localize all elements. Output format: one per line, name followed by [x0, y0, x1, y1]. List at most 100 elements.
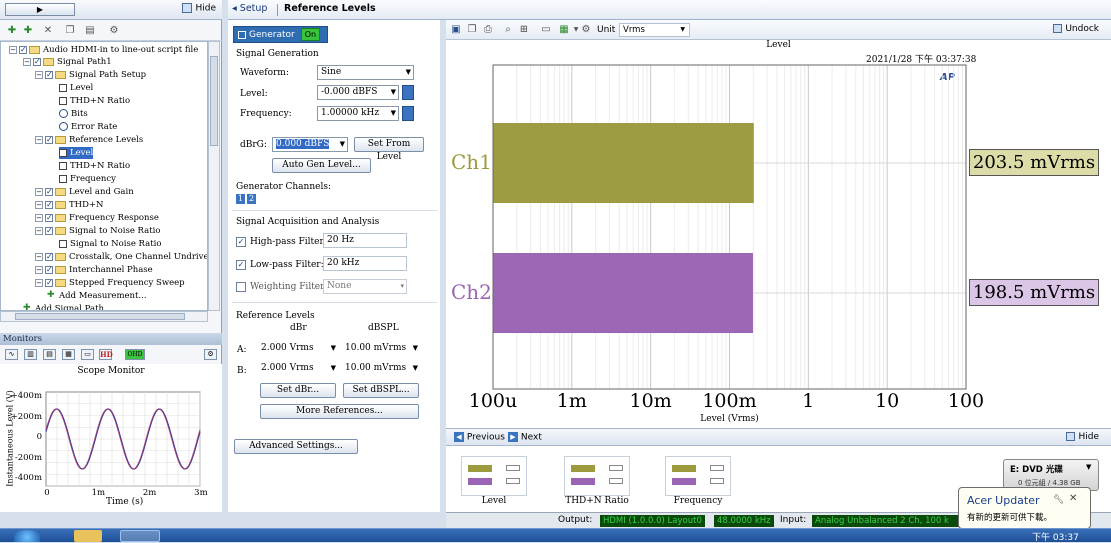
sample-rate-value[interactable]: 48.0000 kHz [714, 515, 774, 527]
nav-forward-button[interactable]: ▶ [5, 3, 75, 16]
ap-taskbar-icon[interactable] [120, 530, 160, 542]
enable-checkbox[interactable] [45, 186, 53, 198]
level-monitor-icon[interactable]: ▦ [62, 349, 75, 360]
hide-results-button[interactable]: Hide [1066, 432, 1099, 442]
expand-icon[interactable]: − [35, 252, 43, 261]
b-dbr-field[interactable]: 2.000 Vrms ▼ [258, 362, 338, 377]
tree-item[interactable]: Level [59, 82, 93, 94]
tree-item[interactable]: THD+N Ratio [59, 95, 130, 107]
tree-item[interactable]: − Audio HDMI-in to line-out script file [9, 44, 198, 56]
start-button[interactable] [14, 530, 40, 542]
properties-icon[interactable]: ⚙ [108, 25, 120, 37]
delete-icon[interactable]: ✕ [42, 25, 54, 37]
tree-item[interactable]: − Level and Gain [35, 186, 134, 198]
acer-updater-toast[interactable]: Acer Updater 🔧︎ ✕ 有新的更新可供下載。 [958, 487, 1091, 529]
tree-item[interactable]: ✚ Add Measurement... [47, 290, 147, 302]
enable-checkbox[interactable] [45, 277, 53, 289]
level-field[interactable]: -0.000 dBFS ▼ [317, 85, 399, 100]
tree-item[interactable]: THD+N Ratio [59, 160, 130, 172]
copy-icon[interactable]: ❐ [64, 25, 76, 37]
ohd-monitor-button[interactable]: OHD [125, 349, 145, 360]
b-dbspl-field[interactable]: 10.00 mVrms ▼ [342, 362, 420, 377]
tree-item[interactable]: − Signal to Noise Ratio [35, 225, 160, 237]
tree-item[interactable]: − Signal Path Setup [35, 69, 146, 81]
level-stepper[interactable] [402, 85, 414, 100]
high-pass-field[interactable]: 20 Hz [323, 233, 407, 248]
generator-on-badge[interactable]: On [300, 28, 321, 41]
tree-item[interactable]: − Stepped Frequency Sweep [35, 277, 185, 289]
low-pass-checkbox[interactable]: ✓ [236, 260, 246, 270]
tree-item[interactable]: Signal to Noise Ratio [59, 238, 161, 250]
meter-monitor-icon[interactable]: ▤ [43, 349, 56, 360]
result-thumbnail[interactable] [665, 456, 731, 496]
enable-checkbox[interactable] [45, 134, 53, 146]
result-thumbnail[interactable] [564, 456, 630, 496]
tree-item[interactable]: Level [59, 147, 94, 159]
auto-gen-level-button[interactable]: Auto Gen Level... [272, 158, 371, 173]
scope-monitor-icon[interactable]: ∿ [5, 349, 18, 360]
expand-icon[interactable]: − [35, 187, 43, 196]
low-pass-field[interactable]: 20 kHz [323, 256, 407, 271]
channel-2-button[interactable]: 2 [247, 194, 256, 204]
tree-item[interactable]: − Reference Levels [35, 134, 143, 146]
tree-item[interactable]: − THD+N [35, 199, 103, 211]
add-measurement-icon[interactable]: ✚ [22, 25, 34, 37]
frequency-field[interactable]: 1.00000 kHz ▼ [317, 106, 399, 121]
set-from-level-button[interactable]: Set From Level [354, 137, 424, 162]
expand-icon[interactable]: − [35, 213, 43, 222]
expand-icon[interactable]: − [35, 70, 43, 79]
channel-1-button[interactable]: 1 [236, 194, 245, 204]
a-dbr-field[interactable]: 2.000 Vrms ▼ [258, 342, 338, 357]
project-tree[interactable]: − Audio HDMI-in to line-out script file − S… [0, 41, 208, 311]
expand-icon[interactable]: − [9, 45, 17, 54]
tree-item[interactable]: − Interchannel Phase [35, 264, 153, 276]
set-dbspl-button[interactable]: Set dBSPL... [343, 383, 419, 398]
input-value[interactable]: Analog Unbalanced 2 Ch, 100 k [812, 515, 962, 527]
a-dbspl-field[interactable]: 10.00 mVrms ▼ [342, 342, 420, 357]
close-icon[interactable]: ✕ [1069, 493, 1077, 504]
hide-left-button[interactable]: Hide [182, 3, 216, 14]
tree-item[interactable]: Frequency [59, 173, 116, 185]
weighting-select[interactable]: None ▾ [323, 279, 407, 294]
enable-checkbox[interactable] [45, 199, 53, 211]
tree-horizontal-scrollbar[interactable] [0, 311, 208, 322]
fft-monitor-icon[interactable]: ▥ [24, 349, 37, 360]
more-references-button[interactable]: More References... [260, 404, 419, 419]
enable-checkbox[interactable] [45, 251, 53, 263]
enable-checkbox[interactable] [45, 225, 53, 237]
dsp-monitor-icon[interactable]: ▭ [81, 349, 94, 360]
tree-item[interactable]: Error Rate [59, 121, 117, 133]
high-pass-checkbox[interactable]: ✓ [236, 237, 246, 247]
expand-icon[interactable]: − [35, 135, 43, 144]
result-thumbnail[interactable] [461, 456, 527, 496]
expand-icon[interactable]: − [35, 265, 43, 274]
explorer-taskbar-icon[interactable] [74, 530, 102, 542]
dbrg-field[interactable]: 0.000 dBFS ▼ [272, 137, 348, 152]
waveform-select[interactable]: Sine ▼ [317, 65, 414, 80]
expand-icon[interactable]: − [35, 226, 43, 235]
next-button[interactable]: ▶ Next [508, 432, 542, 443]
weighting-checkbox[interactable] [236, 282, 246, 292]
tree-item[interactable]: − Signal Path1 [23, 56, 112, 68]
advanced-settings-button[interactable]: Advanced Settings... [234, 439, 358, 454]
expand-icon[interactable]: − [35, 200, 43, 209]
monitor-settings-icon[interactable]: ⚙ [204, 349, 217, 360]
frequency-stepper[interactable] [402, 106, 414, 121]
previous-button[interactable]: ◀ Previous [454, 432, 505, 443]
expand-icon[interactable]: − [23, 57, 31, 66]
enable-checkbox[interactable] [33, 56, 41, 68]
tree-item[interactable]: − Frequency Response [35, 212, 159, 224]
tree-item[interactable]: Bits [59, 108, 88, 120]
set-dbr-button[interactable]: Set dBr... [260, 383, 336, 398]
output-value[interactable]: HDMI (1.0.0.0) Layout0 [600, 515, 705, 527]
generator-header[interactable]: Generator On [233, 26, 328, 43]
setup-tab[interactable]: ◂ Setup [232, 3, 267, 14]
paste-icon[interactable]: ▤ [84, 25, 96, 37]
hd-monitor-button[interactable]: HD [99, 349, 113, 360]
expand-icon[interactable]: − [35, 278, 43, 287]
enable-checkbox[interactable] [45, 264, 53, 276]
enable-checkbox[interactable] [19, 44, 27, 56]
tree-item[interactable]: ✚ Add Signal Path [23, 303, 104, 311]
tree-vertical-scrollbar[interactable] [208, 41, 220, 311]
enable-checkbox[interactable] [45, 69, 53, 81]
